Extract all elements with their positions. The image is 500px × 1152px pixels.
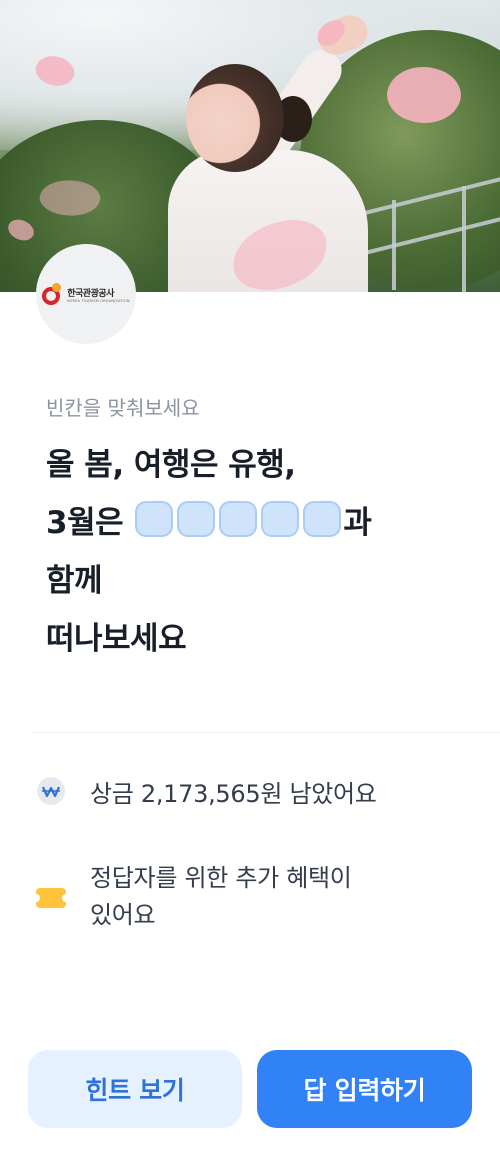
bonus-text-line: 정답자를 위한 추가 혜택이 (90, 864, 352, 892)
divider (32, 732, 500, 733)
blank-box (219, 501, 258, 537)
logo-name-ko: 한국관광공사 (67, 288, 114, 299)
kto-logo-icon (42, 283, 64, 305)
question-text: 과 (343, 505, 372, 541)
question-line: 올 봄, 여행은 유행, (46, 447, 296, 483)
prize-info-row: 상금 2,173,565원 남았어요 (36, 776, 377, 813)
hero-railing-post (462, 186, 466, 292)
blank-box (177, 501, 216, 537)
question-text: 3월은 (46, 505, 124, 541)
blank-box (135, 501, 174, 537)
sponsor-logo: 한국관광공사 KOREA TOURISM ORGANIZATION (36, 244, 136, 344)
blank-box (303, 501, 342, 537)
quiz-subtitle: 빈칸을 맞춰보세요 (46, 396, 200, 420)
prize-remaining-text: 상금 2,173,565원 남았어요 (90, 780, 377, 808)
logo-name-en: KOREA TOURISM ORGANIZATION (67, 298, 130, 303)
question-line: 함께 (46, 563, 103, 599)
quiz-question: 올 봄, 여행은 유행, 3월은 과 함께 떠나보세요 (46, 436, 466, 668)
ticket-icon (32, 888, 70, 908)
answer-blanks (135, 501, 342, 537)
bonus-text-line: 있어요 (90, 901, 156, 929)
bonus-text: 정답자를 위한 추가 혜택이 있어요 (90, 860, 352, 934)
hero-railing-post (392, 200, 396, 290)
bonus-info-row: 정답자를 위한 추가 혜택이 있어요 (32, 860, 352, 934)
enter-answer-button[interactable]: 답 입력하기 (257, 1050, 472, 1128)
won-coin-icon (37, 777, 65, 805)
hero-person-head (186, 64, 284, 172)
question-line: 떠나보세요 (46, 621, 187, 657)
hint-button[interactable]: 힌트 보기 (28, 1050, 242, 1128)
question-line-blanks: 3월은 과 (46, 494, 466, 552)
blank-box (261, 501, 300, 537)
